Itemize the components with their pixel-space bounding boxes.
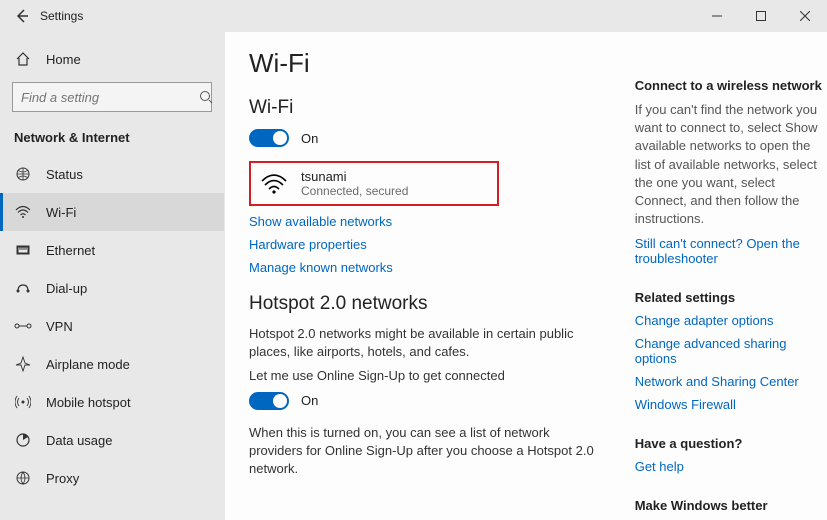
data-usage-icon: [14, 432, 32, 448]
sidebar-item-label: Mobile hotspot: [46, 395, 131, 410]
sidebar-item-label: Status: [46, 167, 83, 182]
online-signup-toggle-state: On: [301, 393, 318, 408]
hotspot-section-heading: Hotspot 2.0 networks: [249, 293, 605, 315]
sidebar-item-hotspot[interactable]: Mobile hotspot: [0, 383, 224, 421]
connect-heading: Connect to a wireless network: [635, 78, 827, 93]
sidebar-item-wifi[interactable]: Wi-Fi: [0, 193, 224, 231]
sidebar-item-label: Wi-Fi: [46, 205, 76, 220]
sidebar-item-datausage[interactable]: Data usage: [0, 421, 224, 459]
maximize-icon: [756, 11, 766, 21]
proxy-icon: [14, 470, 32, 486]
minimize-icon: [712, 11, 722, 21]
sidebar-item-proxy[interactable]: Proxy: [0, 459, 224, 497]
minimize-button[interactable]: [695, 0, 739, 32]
sidebar-item-label: Data usage: [46, 433, 113, 448]
search-input[interactable]: [12, 82, 212, 112]
page-title: Wi-Fi: [249, 48, 605, 79]
hardware-properties-link[interactable]: Hardware properties: [249, 237, 605, 252]
current-network-card[interactable]: tsunami Connected, secured: [249, 161, 499, 206]
wifi-toggle[interactable]: [249, 129, 289, 147]
search-field[interactable]: [21, 90, 199, 105]
manage-known-networks-link[interactable]: Manage known networks: [249, 260, 605, 275]
adapter-options-link[interactable]: Change adapter options: [635, 313, 827, 328]
question-heading: Have a question?: [635, 436, 827, 451]
show-networks-link[interactable]: Show available networks: [249, 214, 605, 229]
search-icon: [199, 90, 213, 104]
sidebar-item-label: VPN: [46, 319, 73, 334]
vpn-icon: [14, 320, 32, 332]
sidebar-item-ethernet[interactable]: Ethernet: [0, 231, 224, 269]
wifi-toggle-state: On: [301, 131, 318, 146]
sidebar-item-label: Proxy: [46, 471, 79, 486]
related-heading: Related settings: [635, 290, 827, 305]
sidebar-item-label: Airplane mode: [46, 357, 130, 372]
airplane-icon: [14, 356, 32, 372]
sidebar-item-label: Home: [46, 52, 81, 67]
wifi-section-heading: Wi-Fi: [249, 97, 605, 119]
network-center-link[interactable]: Network and Sharing Center: [635, 374, 827, 389]
sidebar-item-dialup[interactable]: Dial-up: [0, 269, 224, 307]
wifi-icon: [14, 204, 32, 220]
network-status: Connected, secured: [301, 184, 408, 198]
arrow-left-icon: [14, 8, 30, 24]
sidebar-item-label: Ethernet: [46, 243, 95, 258]
hotspot-description: Hotspot 2.0 networks might be available …: [249, 325, 605, 361]
sharing-options-link[interactable]: Change advanced sharing options: [635, 336, 827, 366]
maximize-button[interactable]: [739, 0, 783, 32]
troubleshooter-link[interactable]: Still can't connect? Open the troublesho…: [635, 236, 827, 266]
main-content: Wi-Fi Wi-Fi On tsunami Connected, secure…: [225, 32, 827, 520]
online-signup-toggle[interactable]: [249, 392, 289, 410]
network-name: tsunami: [301, 169, 408, 184]
home-icon: [14, 51, 32, 67]
right-column: Connect to a wireless network If you can…: [635, 48, 827, 520]
firewall-link[interactable]: Windows Firewall: [635, 397, 827, 412]
sidebar-item-home[interactable]: Home: [0, 40, 224, 78]
sidebar: Home Network & Internet Status Wi-Fi Eth…: [0, 32, 225, 520]
get-help-link[interactable]: Get help: [635, 459, 827, 474]
ethernet-icon: [14, 242, 32, 258]
sidebar-item-airplane[interactable]: Airplane mode: [0, 345, 224, 383]
window-controls: [695, 0, 827, 32]
hotspot-description-2: When this is turned on, you can see a li…: [249, 424, 605, 479]
connect-description: If you can't find the network you want t…: [635, 101, 827, 228]
sidebar-item-label: Dial-up: [46, 281, 87, 296]
titlebar: Settings: [0, 0, 827, 32]
status-icon: [14, 166, 32, 182]
close-icon: [800, 11, 810, 21]
sidebar-section-header: Network & Internet: [0, 124, 224, 155]
hotspot-icon: [14, 394, 32, 410]
better-heading: Make Windows better: [635, 498, 827, 513]
wifi-signal-icon: [261, 173, 287, 195]
window-title: Settings: [40, 9, 695, 23]
online-signup-label: Let me use Online Sign-Up to get connect…: [249, 367, 605, 385]
close-button[interactable]: [783, 0, 827, 32]
sidebar-item-vpn[interactable]: VPN: [0, 307, 224, 345]
back-button[interactable]: [8, 8, 36, 24]
sidebar-item-status[interactable]: Status: [0, 155, 224, 193]
dialup-icon: [14, 280, 32, 296]
